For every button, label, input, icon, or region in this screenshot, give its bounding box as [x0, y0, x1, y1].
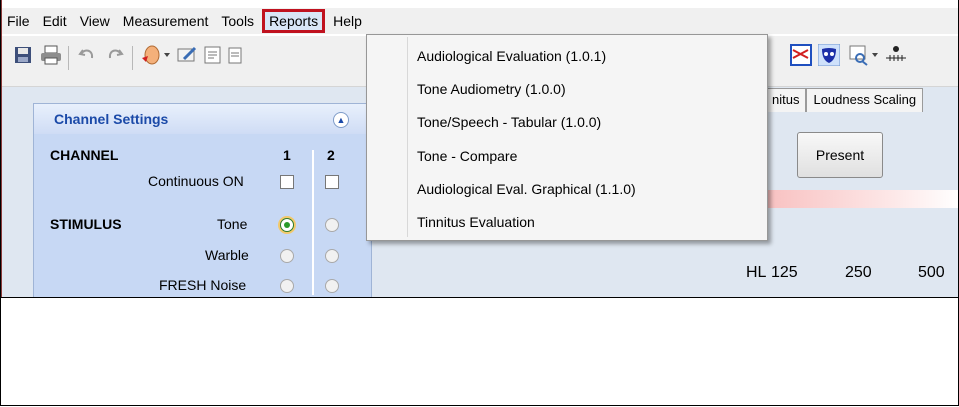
outer-frame [0, 0, 959, 406]
